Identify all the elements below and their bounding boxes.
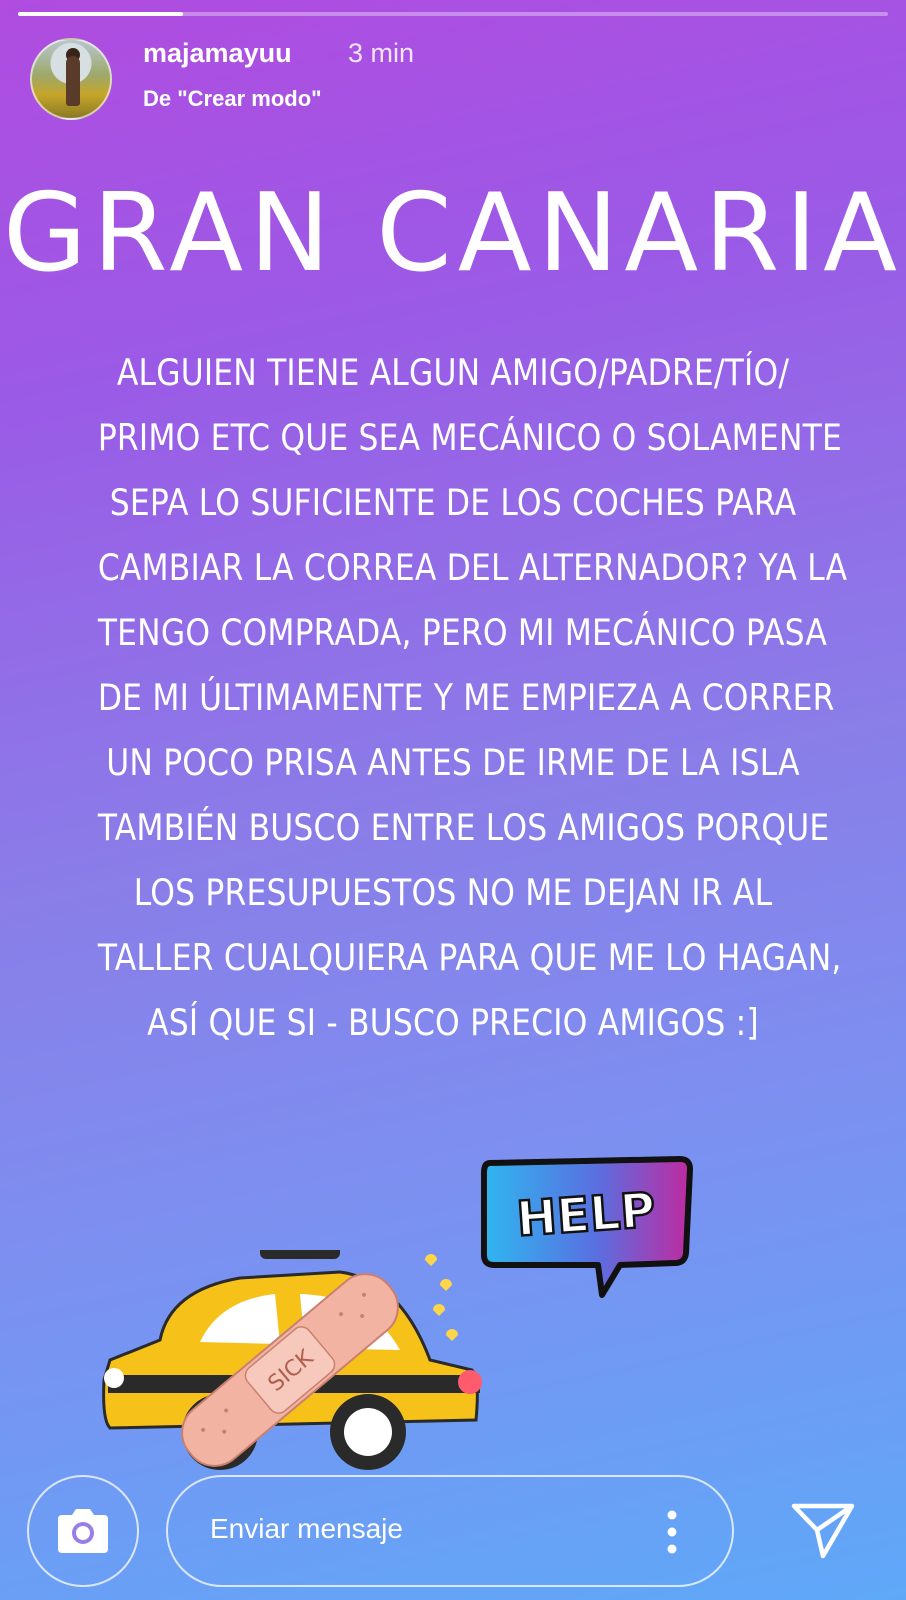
story-text-line: TALLER CUALQUIERA PARA QUE ME LO HAGAN, <box>97 936 842 979</box>
bottom-bar: Enviar mensaje <box>0 1460 906 1600</box>
avatar[interactable] <box>30 38 112 120</box>
story-text-line: DE MI ÚLTIMAMENTE Y ME EMPIEZA A CORRER <box>97 676 835 719</box>
help-sticker: HELP <box>481 1156 693 1298</box>
story-body-text: ALGUIEN TIENE ALGUN AMIGO/PADRE/TÍO/PRIM… <box>40 340 866 1055</box>
message-input[interactable]: Enviar mensaje <box>166 1475 734 1587</box>
story-progress-fill <box>18 12 184 16</box>
taxi-headlight <box>104 1368 124 1388</box>
camera-button[interactable] <box>27 1475 139 1587</box>
heart-trail <box>425 1254 458 1341</box>
username[interactable]: majamayuu <box>143 38 292 69</box>
story-text-line: TENGO COMPRADA, PERO MI MECÁNICO PASA <box>97 611 827 654</box>
story-text-line: CAMBIAR LA CORREA DEL ALTERNADOR? YA LA <box>97 546 848 589</box>
taxi-sticker: SICK <box>102 1250 482 1470</box>
help-text: HELP <box>515 1182 657 1248</box>
taxi-taillight <box>458 1370 482 1394</box>
message-placeholder: Enviar mensaje <box>210 1513 403 1544</box>
taxi-roof-sign <box>260 1250 340 1259</box>
story-text-line: ASÍ QUE SI - BUSCO PRECIO AMIGOS :] <box>147 1001 759 1044</box>
timestamp: 3 min <box>348 38 415 68</box>
story-source-label[interactable]: De "Crear modo" <box>143 86 322 112</box>
story-text-line: LOS PRESUPUESTOS NO ME DEJAN IR AL <box>133 871 773 914</box>
camera-icon <box>58 1509 108 1553</box>
story-title: GRAN CANARIA <box>2 171 904 296</box>
story-text-line: SEPA LO SUFICIENTE DE LOS COCHES PARA <box>109 481 797 524</box>
taxi-wheel-hub <box>344 1408 392 1456</box>
story-text-line: ALGUIEN TIENE ALGUN AMIGO/PADRE/TÍO/ <box>116 351 790 394</box>
send-icon[interactable] <box>790 1500 856 1560</box>
story-text-line: PRIMO ETC QUE SEA MECÁNICO O SOLAMENTE <box>97 416 842 459</box>
avatar-photo-figure <box>66 56 80 106</box>
story-text-line: TAMBIÉN BUSCO ENTRE LOS AMIGOS PORQUE <box>97 806 830 849</box>
story-text-line: UN POCO PRISA ANTES DE IRME DE LA ISLA <box>106 741 800 784</box>
more-vertical-icon[interactable] <box>662 1507 682 1557</box>
story-progress-track <box>18 12 888 16</box>
